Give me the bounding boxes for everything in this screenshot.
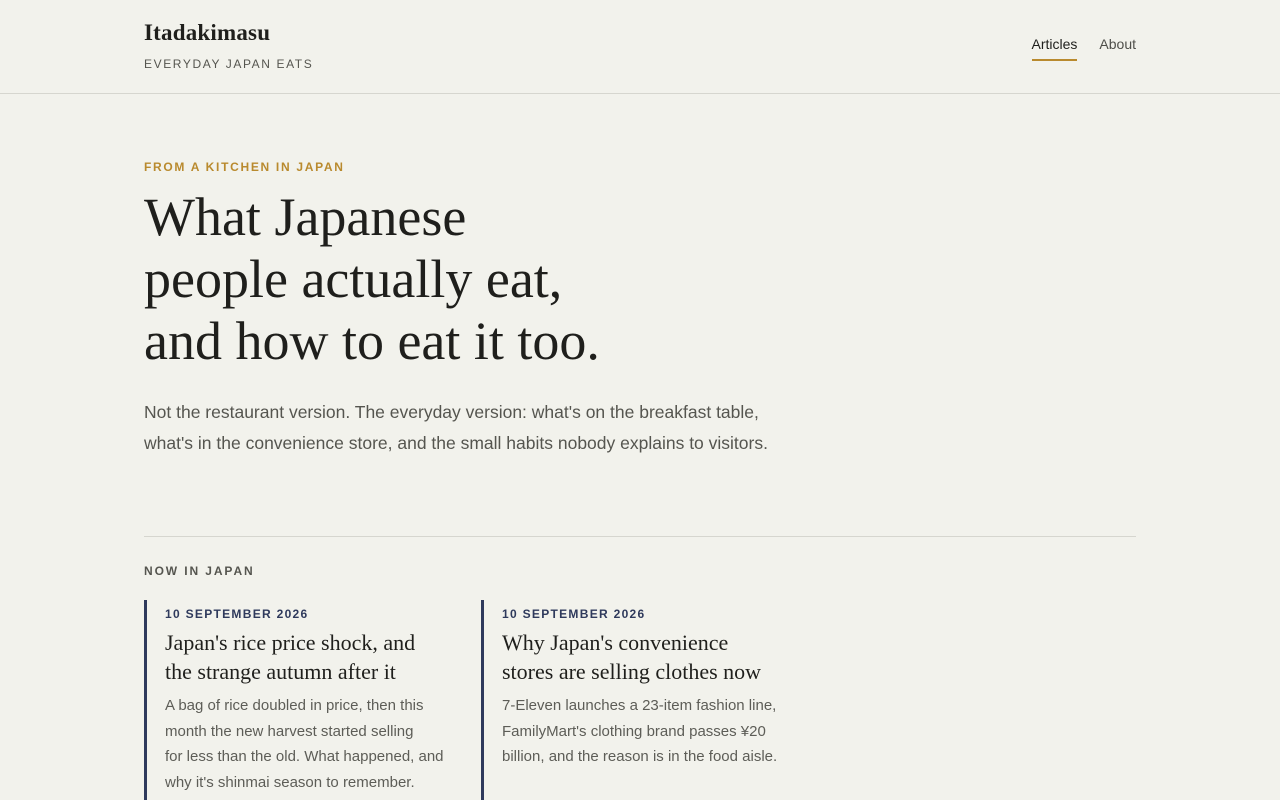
- article-card[interactable]: 10 SEPTEMBER 2026 Why Japan's convenienc…: [481, 600, 811, 800]
- article-excerpt-line: month the new harvest started selling: [165, 722, 414, 740]
- article-title-line: the strange autumn after it: [165, 659, 396, 684]
- hero-eyebrow: FROM A KITCHEN IN JAPAN: [144, 160, 345, 174]
- article-title-line: Japan's rice price shock, and: [165, 630, 416, 655]
- hero-title-line: What Japanese: [144, 187, 467, 247]
- article-excerpt-line: why it's shinmai season to remember.: [165, 773, 415, 791]
- article-excerpt: 7-Eleven launches a 23-item fashion line…: [502, 693, 777, 770]
- article-title-line: Why Japan's convenience: [502, 630, 729, 655]
- article-excerpt: A bag of rice doubled in price, then thi…: [165, 693, 444, 795]
- article-card[interactable]: 10 SEPTEMBER 2026 Japan's rice price sho…: [144, 600, 464, 800]
- article-excerpt-line: A bag of rice doubled in price, then thi…: [165, 697, 424, 714]
- nav-articles-link[interactable]: Articles: [1031, 35, 1078, 61]
- nav-about-link[interactable]: About: [1099, 35, 1136, 61]
- article-date: 10 SEPTEMBER 2026: [502, 607, 646, 621]
- article-excerpt-line: billion, and the reason is in the food a…: [502, 748, 778, 765]
- article-excerpt-line: for less than the old. What happened, an…: [165, 748, 444, 765]
- hero-title-line: people actually eat,: [144, 249, 563, 309]
- article-date: 10 SEPTEMBER 2026: [165, 607, 309, 621]
- article-title[interactable]: Why Japan's convenience stores are selli…: [502, 628, 761, 686]
- hero-title: What Japanese people actually eat, and h…: [144, 186, 704, 372]
- site-title[interactable]: Itadakimasu: [144, 20, 270, 46]
- main-nav: Articles About: [1031, 35, 1136, 61]
- article-title-line: stores are selling clothes now: [502, 659, 762, 684]
- article-title[interactable]: Japan's rice price shock, and the strang…: [165, 628, 415, 686]
- article-excerpt-line: FamilyMart's clothing brand passes ¥20: [502, 722, 766, 740]
- section-divider: [144, 536, 1136, 537]
- hero-lede: Not the restaurant version. The everyday…: [144, 402, 768, 453]
- hero-title-line: and how to eat it too.: [144, 311, 600, 371]
- article-excerpt-line: 7-Eleven launches a 23-item fashion line…: [502, 697, 777, 714]
- site-header: Itadakimasu EVERYDAY JAPAN EATS Articles…: [0, 0, 1280, 94]
- section-label: NOW IN JAPAN: [144, 564, 255, 578]
- site-tagline: EVERYDAY JAPAN EATS: [144, 57, 314, 71]
